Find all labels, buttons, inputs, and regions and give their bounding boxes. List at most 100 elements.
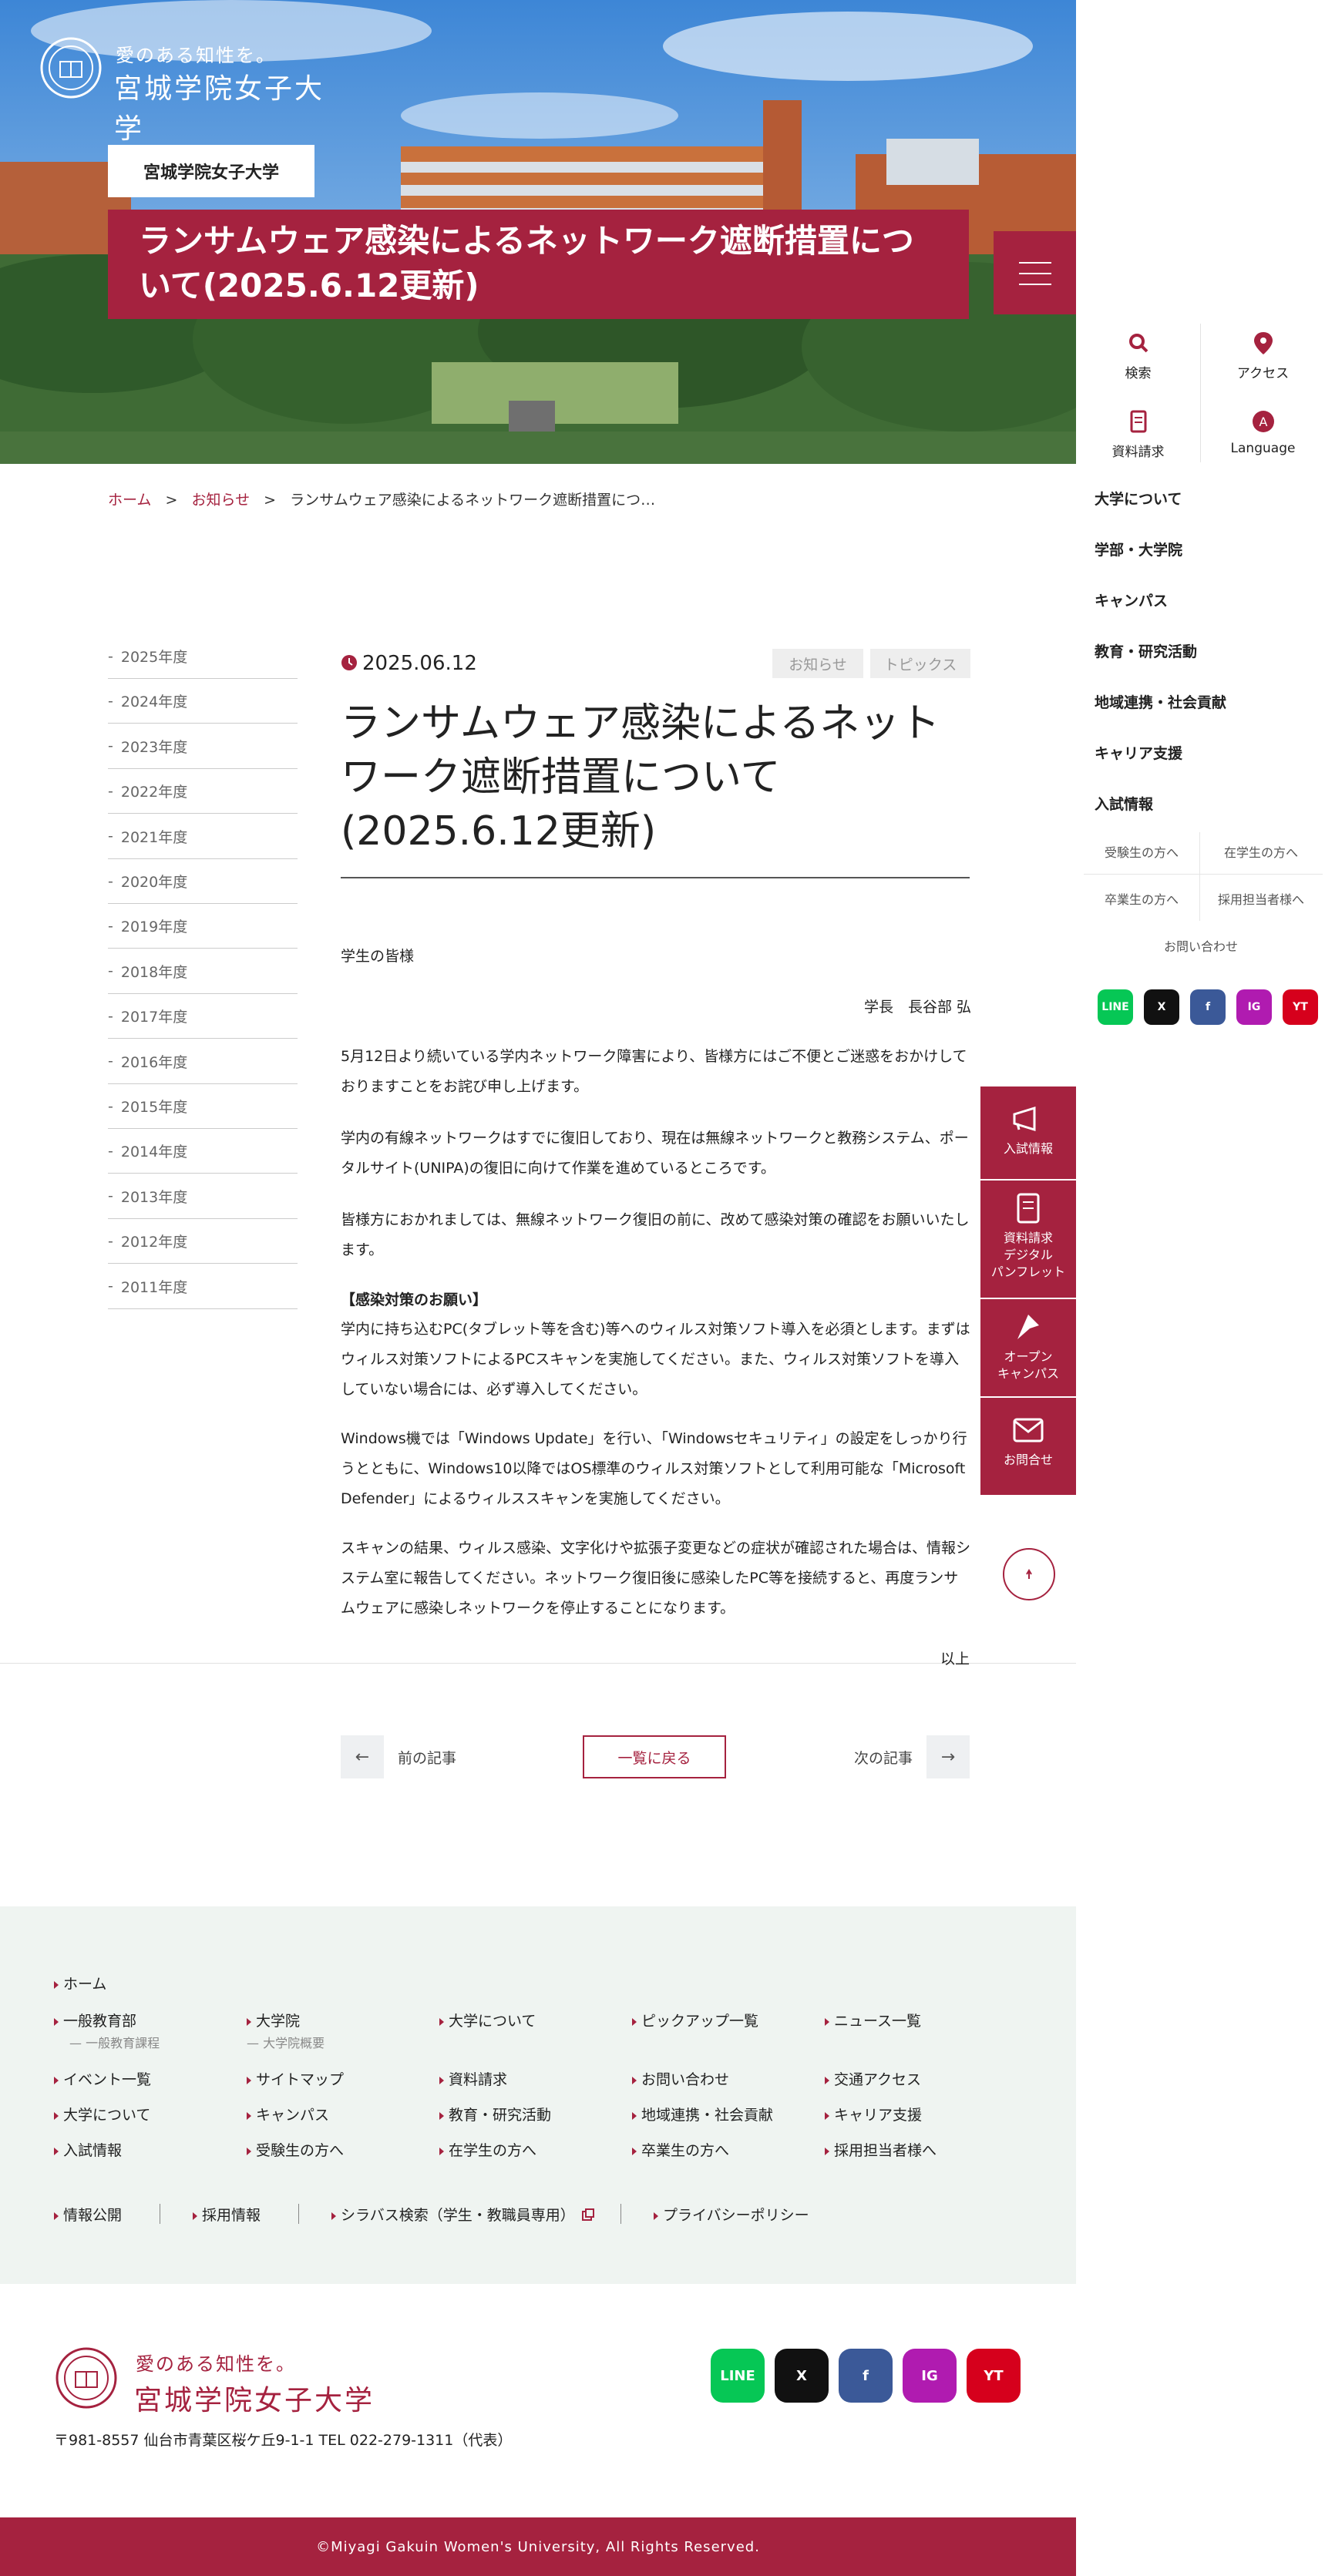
footer-bottom-recruit[interactable]: 採用情報 — [193, 2204, 261, 2225]
rail-nav-admission[interactable]: 入試情報 — [1095, 793, 1153, 814]
footer-logo-tagline: 愛のある知性を。 — [136, 2353, 296, 2375]
rail-sub-applicants[interactable]: 受験生の方へ — [1084, 829, 1199, 874]
footer-separator — [298, 2204, 299, 2224]
footer-bottom-syllabus[interactable]: シラバス検索（学生・教職員専用） — [331, 2204, 595, 2225]
year-dash: - — [108, 692, 113, 710]
rail-contact[interactable]: お問い合わせ — [1143, 923, 1259, 968]
search-button[interactable]: 検索 — [1076, 314, 1200, 393]
footer-youtube-icon[interactable]: YT — [967, 2349, 1021, 2403]
facebook-icon[interactable]: f — [1190, 989, 1226, 1025]
rail-sub-students[interactable]: 在学生の方へ — [1203, 829, 1319, 874]
site-logo[interactable]: 愛のある知性を。 宮城学院女子大学 — [39, 35, 347, 145]
footer-link[interactable]: 地域連携・社会貢献 — [632, 2104, 773, 2124]
float-admission-button[interactable]: 入試情報 — [980, 1086, 1076, 1179]
language-button[interactable]: A Language — [1201, 393, 1325, 472]
year-link[interactable]: -2014年度 — [108, 1129, 298, 1174]
next-article-button[interactable]: 次の記事 → — [831, 1735, 970, 1778]
footer-link[interactable]: 交通アクセス — [825, 2068, 921, 2089]
year-link[interactable]: -2023年度 — [108, 724, 298, 769]
youtube-icon[interactable]: YT — [1283, 989, 1318, 1025]
back-to-list-button[interactable]: 一覧に戻る — [583, 1735, 726, 1778]
breadcrumb-separator: > — [165, 492, 178, 509]
footer-facebook-icon[interactable]: f — [839, 2349, 893, 2403]
year-link[interactable]: -2021年度 — [108, 814, 298, 859]
year-link[interactable]: -2025年度 — [108, 634, 298, 679]
footer-link[interactable]: 大学について — [54, 2104, 150, 2124]
footer-link[interactable]: 入試情報 — [54, 2139, 122, 2160]
footer-bottom-disclosure[interactable]: 情報公開 — [54, 2204, 122, 2225]
x-icon[interactable]: X — [1144, 989, 1179, 1025]
rail-nav-about[interactable]: 大学について — [1095, 488, 1182, 509]
access-button[interactable]: アクセス — [1201, 314, 1325, 393]
footer-link[interactable]: 大学院 — [247, 2010, 300, 2030]
article-date: 2025.06.12 — [341, 652, 477, 675]
float-contact-button[interactable]: お問合せ — [980, 1398, 1076, 1495]
page-title: ランサムウェア感染によるネットワーク遮断措置について(2025.6.12更新) — [108, 210, 969, 319]
footer-bottom-syllabus-label: シラバス検索（学生・教職員専用） — [331, 2204, 575, 2225]
rail-nav-campus[interactable]: キャンパス — [1095, 589, 1168, 610]
rail-nav-faculty[interactable]: 学部・大学院 — [1095, 539, 1182, 559]
footer-link[interactable]: イベント一覧 — [54, 2068, 151, 2089]
year-link[interactable]: -2019年度 — [108, 904, 298, 949]
footer-link[interactable]: 一般教育部 — [54, 2010, 136, 2030]
float-campus-button[interactable]: オープン キャンパス — [980, 1299, 1076, 1396]
instagram-icon[interactable]: IG — [1236, 989, 1272, 1025]
year-label: 2016年度 — [120, 1053, 188, 1071]
tag-news[interactable]: お知らせ — [772, 649, 863, 678]
breadcrumb: ホーム > お知らせ > ランサムウェア感染によるネットワーク遮断措置につ… — [108, 489, 655, 509]
footer-link[interactable]: お問い合わせ — [632, 2068, 729, 2089]
prev-article-button[interactable]: ← 前の記事 — [341, 1735, 479, 1778]
right-rail: 検索 アクセス 資料請求 A Language 大学について 学部・大学院 キャ… — [1076, 0, 1325, 2576]
document-icon — [1130, 410, 1146, 433]
year-link[interactable]: -2024年度 — [108, 679, 298, 724]
footer-link[interactable]: ニュース一覧 — [825, 2010, 921, 2030]
line-icon[interactable]: LINE — [1098, 989, 1133, 1025]
rail-sub-recruiters[interactable]: 採用担当者様へ — [1203, 876, 1319, 921]
rail-sub-alumni[interactable]: 卒業生の方へ — [1084, 876, 1199, 921]
footer-link[interactable]: 大学について — [439, 2010, 536, 2030]
year-label: 2011年度 — [120, 1278, 188, 1296]
request-button[interactable]: 資料請求 — [1076, 393, 1200, 472]
rail-nav-career[interactable]: キャリア支援 — [1095, 742, 1182, 763]
footer-link[interactable]: 採用担当者様へ — [825, 2139, 937, 2160]
external-link-icon — [581, 2208, 594, 2221]
footer-link[interactable]: 在学生の方へ — [439, 2139, 536, 2160]
next-article-label: 次の記事 — [853, 1749, 913, 1767]
tag-topics[interactable]: トピックス — [870, 649, 970, 678]
breadcrumb-home[interactable]: ホーム — [108, 492, 151, 509]
breadcrumb-news[interactable]: お知らせ — [191, 492, 250, 509]
year-link[interactable]: -2012年度 — [108, 1219, 298, 1264]
footer-instagram-icon[interactable]: IG — [903, 2349, 957, 2403]
rail-nav-education[interactable]: 教育・研究活動 — [1095, 640, 1197, 661]
hamburger-menu-button[interactable] — [994, 231, 1076, 314]
year-link[interactable]: -2013年度 — [108, 1174, 298, 1219]
year-link[interactable]: -2015年度 — [108, 1084, 298, 1129]
rail-nav-community[interactable]: 地域連携・社会貢献 — [1095, 691, 1226, 712]
year-link[interactable]: -2022年度 — [108, 769, 298, 814]
footer-link[interactable]: キャンパス — [247, 2104, 329, 2124]
footer-x-icon[interactable]: X — [775, 2349, 829, 2403]
footer-link[interactable]: 卒業生の方へ — [632, 2139, 729, 2160]
article-end: 以上 — [940, 1651, 970, 1668]
footer-logo[interactable]: 愛のある知性を。 宮城学院女子大学 — [54, 2346, 378, 2416]
footer-link[interactable]: 受験生の方へ — [247, 2139, 344, 2160]
year-link[interactable]: -2020年度 — [108, 859, 298, 904]
year-link[interactable]: -2016年度 — [108, 1039, 298, 1084]
footer-link-home[interactable]: ホーム — [54, 1973, 106, 1993]
year-dash: - — [108, 828, 113, 845]
year-link[interactable]: -2017年度 — [108, 994, 298, 1039]
page-top-button[interactable] — [1003, 1548, 1055, 1600]
footer-link[interactable]: サイトマップ — [247, 2068, 344, 2089]
footer-link[interactable]: 資料請求 — [439, 2068, 507, 2089]
rail-sub-divider — [1084, 874, 1323, 875]
float-request-button[interactable]: 資料請求 デジタル パンフレット — [980, 1181, 1076, 1298]
footer-link[interactable]: キャリア支援 — [825, 2104, 922, 2124]
year-link[interactable]: -2018年度 — [108, 949, 298, 994]
footer-link[interactable]: ピックアップ一覧 — [632, 2010, 758, 2030]
footer-line-icon[interactable]: LINE — [711, 2349, 765, 2403]
map-pin-icon — [1253, 332, 1273, 354]
footer-links: ホーム 一般教育部 イベント一覧 大学について 入試情報 大学院 サイトマップ キャンパス受… — [0, 1906, 1076, 2284]
year-link[interactable]: -2011年度 — [108, 1264, 298, 1309]
footer-bottom-privacy[interactable]: プライバシーポリシー — [654, 2204, 809, 2225]
footer-link[interactable]: 教育・研究活動 — [439, 2104, 551, 2124]
